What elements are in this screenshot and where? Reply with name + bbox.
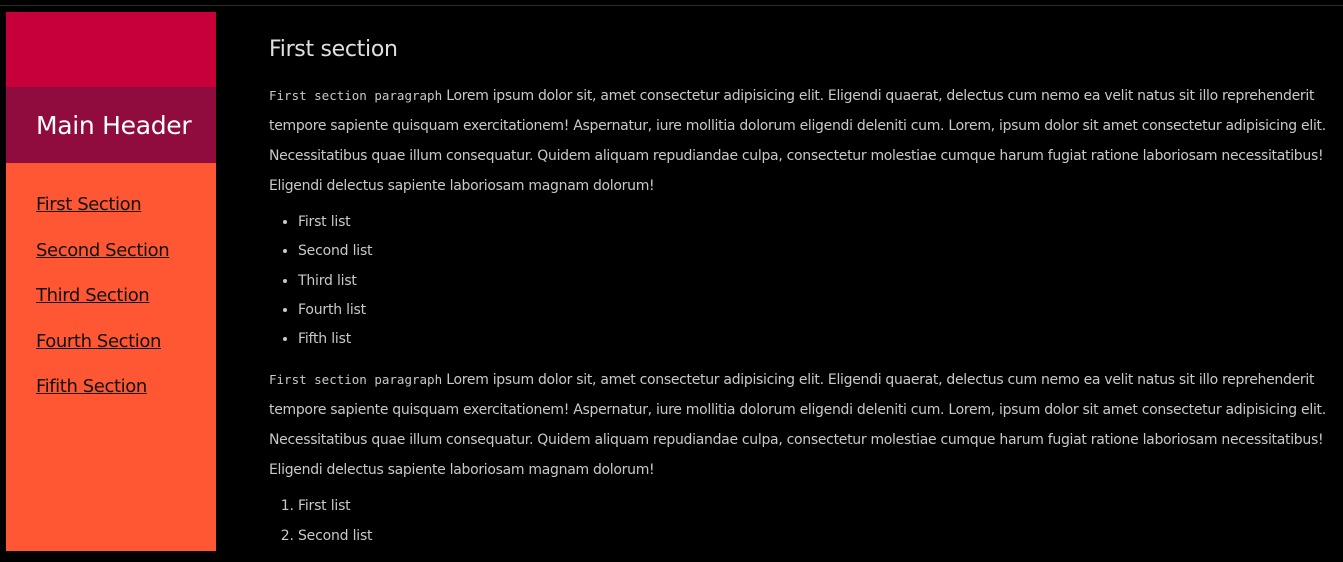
- window-top-border: [0, 0, 1343, 6]
- list-item: Third list: [298, 269, 1329, 298]
- nav-link-fourth-section[interactable]: Fourth Section: [36, 330, 216, 376]
- list-item: First list: [298, 494, 1329, 523]
- paragraph-text: Lorem ipsum dolor sit, amet consectetur …: [269, 372, 1326, 479]
- list-item: Second list: [298, 239, 1329, 268]
- nav-link-second-section[interactable]: Second Section: [36, 239, 216, 285]
- list-item: Second list: [298, 524, 1329, 553]
- paragraph-text: Lorem ipsum dolor sit, amet consectetur …: [269, 88, 1326, 194]
- main-header-title: Main Header: [36, 110, 192, 140]
- first-section: First section First section paragraph Lo…: [269, 35, 1329, 553]
- nav-link-first-section[interactable]: First Section: [36, 193, 216, 239]
- sidebar-header: Main Header: [6, 87, 216, 163]
- paragraph-code: First section paragraph: [269, 372, 443, 388]
- section-paragraph: First section paragraph Lorem ipsum dolo…: [269, 81, 1329, 201]
- sidebar-nav: First Section Second Section Third Secti…: [6, 163, 216, 421]
- unordered-list: First list Second list Third list Fourth…: [269, 210, 1329, 356]
- ordered-list: First list Second list: [269, 494, 1329, 553]
- sidebar: Main Header First Section Second Section…: [6, 12, 216, 551]
- list-item: Fifth list: [298, 327, 1329, 356]
- nav-link-fifith-section[interactable]: Fifith Section: [36, 375, 216, 421]
- section-title: First section: [269, 37, 398, 62]
- nav-link-third-section[interactable]: Third Section: [36, 284, 216, 330]
- paragraph-code: First section paragraph: [269, 88, 443, 103]
- list-item: Fourth list: [298, 298, 1329, 327]
- list-item: First list: [298, 210, 1329, 239]
- section-paragraph: First section paragraph Lorem ipsum dolo…: [269, 365, 1329, 485]
- sidebar-top-band: [6, 12, 216, 87]
- main-content: First section First section paragraph Lo…: [269, 12, 1329, 562]
